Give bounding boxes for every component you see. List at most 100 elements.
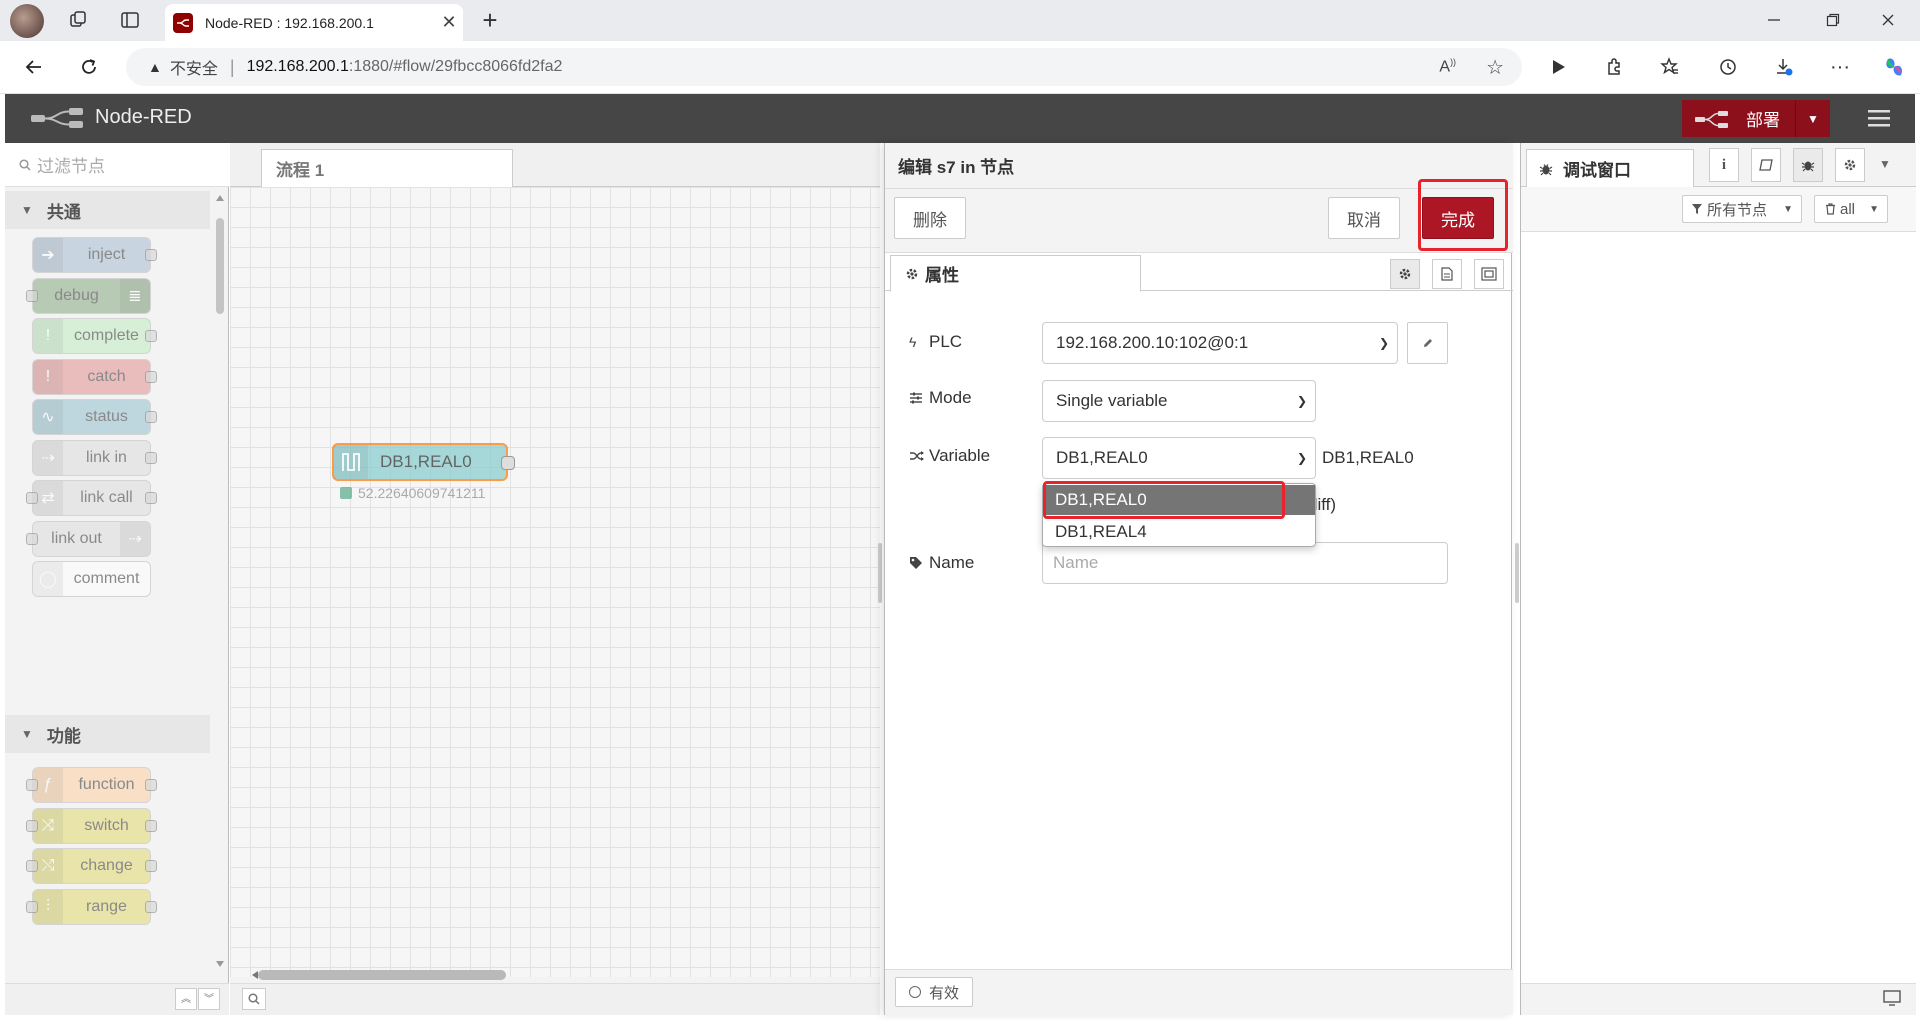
flow-canvas[interactable] — [230, 187, 880, 977]
url-field[interactable]: ▲ 不安全 | 192.168.200.1:1880/#flow/29fbcc8… — [126, 48, 1522, 86]
insecure-label[interactable]: 不安全 — [170, 55, 218, 79]
mode-label: Mode — [909, 388, 972, 408]
mode-select[interactable]: Single variable ❯ — [1042, 380, 1316, 422]
category-label: 共通 — [46, 202, 81, 222]
name-field[interactable] — [1042, 542, 1448, 584]
palette-node-complete[interactable]: ! complete — [32, 318, 151, 354]
name-input[interactable] — [1051, 552, 1435, 574]
url-separator: | — [229, 56, 235, 77]
filter-nodes-button[interactable]: 所有节点 ▼ — [1682, 195, 1802, 223]
sidebar-resize-handle[interactable] — [1515, 543, 1519, 603]
back-icon[interactable] — [16, 49, 52, 85]
deploy-label: 部署 — [1746, 111, 1780, 130]
new-tab-icon[interactable]: + — [472, 2, 508, 38]
clear-messages-button[interactable]: all ▼ — [1814, 195, 1888, 223]
collapse-all-icon[interactable]: ︽ — [175, 988, 197, 1010]
debug-sidebar: 调试窗口 i ▼ 所有节点 ▼ all ▼ — [1515, 143, 1916, 1015]
search-flows-icon[interactable] — [242, 988, 266, 1010]
palette-node-debug[interactable]: debug ≣ — [32, 277, 151, 314]
chevron-down-icon: ▼ — [1869, 203, 1879, 215]
url-host: 192.168.200.1 — [246, 58, 349, 75]
minimize-icon[interactable] — [1756, 2, 1792, 38]
palette-node-label: change — [80, 857, 133, 874]
sidebar-menu-caret-icon[interactable]: ▼ — [1879, 157, 1891, 171]
palette-node-catch[interactable]: ! catch — [32, 358, 151, 395]
variable-option-db1-real4[interactable]: DB1,REAL4 — [1043, 517, 1315, 547]
palette-scroll-thumb[interactable] — [216, 218, 224, 314]
tab-appearance-icon[interactable] — [1474, 259, 1504, 289]
filter-icon — [1691, 203, 1703, 215]
edit-plc-button[interactable] — [1407, 322, 1448, 364]
history-icon[interactable] — [1710, 49, 1746, 85]
cancel-button[interactable]: 取消 — [1328, 197, 1400, 239]
editor-footer — [885, 969, 1513, 1015]
browser-address-bar: ▲ 不安全 | 192.168.200.1:1880/#flow/29fbcc8… — [0, 41, 1920, 94]
tab-settings-gear-icon[interactable] — [1390, 259, 1420, 289]
plc-select[interactable]: 192.168.200.10:102@0:1 ❯ — [1042, 322, 1398, 364]
browser-tab-node-red[interactable]: Node-RED : 192.168.200.1 ✕ — [165, 4, 463, 41]
more-menu-icon[interactable]: ··· — [1822, 49, 1858, 85]
s7-wave-icon — [334, 445, 368, 479]
expand-all-icon[interactable]: ︾ — [198, 988, 220, 1010]
debug-node-icon: ≣ — [120, 278, 150, 313]
variable-select[interactable]: DB1,REAL0 ❯ — [1042, 437, 1316, 479]
debug-toolbar: 所有节点 ▼ all ▼ — [1521, 187, 1916, 232]
enabled-toggle[interactable]: 有效 — [895, 977, 973, 1007]
reload-icon[interactable] — [71, 49, 107, 85]
palette-node-comment[interactable]: ◯ comment — [32, 561, 151, 597]
output-port — [145, 819, 157, 832]
workspaces-icon[interactable] — [60, 2, 96, 38]
palette-node-status[interactable]: ∿ status — [32, 399, 151, 435]
tab-title: Node-RED : 192.168.200.1 — [205, 14, 374, 31]
help-book-icon[interactable] — [1751, 148, 1781, 182]
profile-avatar[interactable] — [10, 4, 44, 38]
palette-node-label: switch — [84, 816, 129, 834]
palette-node-range[interactable]: ⫶ range — [32, 888, 151, 925]
tray-resize-handle[interactable] — [878, 543, 882, 603]
flow-tab-1[interactable]: 流程 1 — [261, 149, 513, 187]
tab-debug[interactable]: 调试窗口 — [1526, 149, 1694, 188]
palette-search[interactable]: 过滤节点 — [5, 143, 229, 187]
app-name: Node-RED — [95, 106, 192, 128]
deploy-menu-caret-icon[interactable]: ▼ — [1795, 100, 1830, 137]
node-output-port[interactable] — [501, 456, 515, 470]
canvas-scroll-thumb[interactable] — [258, 970, 506, 980]
warning-icon[interactable]: ▲ — [148, 59, 162, 75]
play-icon[interactable] — [1540, 49, 1576, 85]
palette-node-link-call[interactable]: ⇄ link call — [32, 480, 151, 516]
extensions-icon[interactable] — [1596, 49, 1632, 85]
category-common[interactable]: ▼ 共通 — [5, 191, 210, 229]
node-editor-tray: 编辑 s7 in 节点 删除 取消 完成 属性 ϟ PLC 192.168.20… — [884, 143, 1513, 1015]
tab-description-icon[interactable] — [1432, 259, 1462, 289]
downloads-icon[interactable] — [1766, 49, 1802, 85]
restore-icon[interactable] — [1815, 2, 1851, 38]
read-aloud-icon[interactable]: A)) — [1439, 57, 1456, 76]
palette-node-switch[interactable]: ⤨ switch — [32, 807, 151, 844]
debug-bug-icon[interactable] — [1793, 148, 1823, 182]
monitor-icon[interactable] — [1883, 990, 1901, 1006]
favorites-icon[interactable] — [1652, 49, 1688, 85]
favorite-star-icon[interactable]: ☆ — [1486, 55, 1504, 80]
palette-node-inject[interactable]: ➔ inject — [32, 237, 151, 273]
info-icon[interactable]: i — [1709, 148, 1739, 182]
tab-actions-icon[interactable] — [112, 2, 148, 38]
palette-node-label: inject — [87, 246, 126, 263]
tab-properties[interactable]: 属性 — [890, 255, 1141, 292]
tab-close-icon[interactable]: ✕ — [435, 12, 463, 33]
category-function[interactable]: ▼ 功能 — [5, 715, 210, 753]
copilot-icon[interactable] — [1876, 49, 1912, 85]
palette-node-function[interactable]: ƒ function — [32, 767, 151, 803]
s7-in-node[interactable]: DB1,REAL0 — [332, 443, 508, 481]
shuffle-icon — [909, 450, 929, 462]
delete-button[interactable]: 删除 — [894, 197, 966, 239]
config-gear-icon[interactable] — [1835, 148, 1865, 182]
input-port — [26, 900, 38, 913]
palette-node-change[interactable]: ⤭ change — [32, 848, 151, 884]
deploy-button[interactable]: 部署 ▼ — [1682, 100, 1830, 137]
node-status: 52.22640609741211 — [340, 485, 485, 501]
palette-node-link-in[interactable]: ⇢ link in — [32, 439, 151, 476]
window-close-icon[interactable] — [1870, 2, 1906, 38]
main-menu-icon[interactable] — [1865, 106, 1893, 130]
input-port — [26, 532, 38, 545]
palette-node-link-out[interactable]: link out ⇢ — [32, 520, 151, 557]
